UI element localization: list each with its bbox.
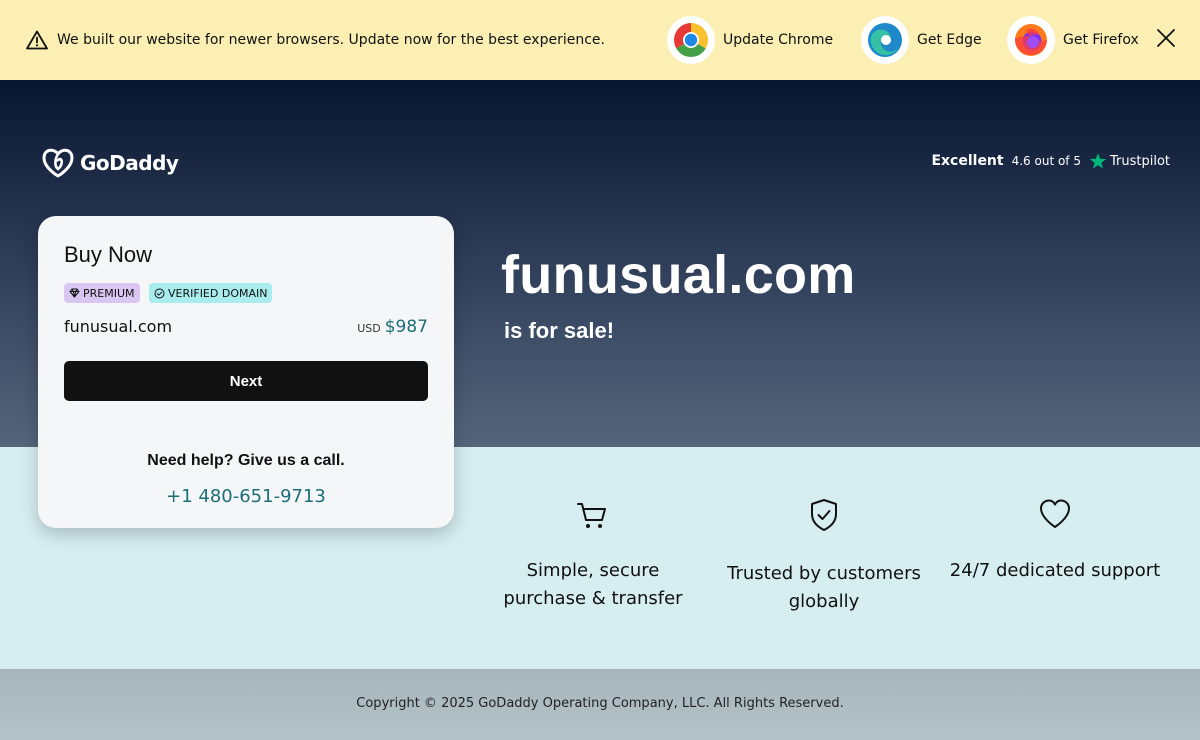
check-circle-icon (154, 288, 165, 298)
feature-text-line1: Trusted by customers (727, 563, 921, 584)
update-chrome-label: Update Chrome (723, 32, 834, 48)
banner-message: We built our website for newer browsers.… (57, 32, 605, 48)
chrome-icon (667, 16, 715, 64)
card-title: Buy Now (64, 242, 153, 267)
verified-badge-label: VERIFIED DOMAIN (168, 286, 268, 300)
help-text: Need help? Give us a call. (147, 452, 345, 469)
price-currency: USD (357, 322, 381, 335)
verified-domain-badge: VERIFIED DOMAIN (149, 283, 273, 303)
feature-text-line2: purchase & transfer (503, 588, 683, 609)
get-edge-link[interactable]: Get Edge (861, 16, 982, 64)
feature-text-line2: globally (788, 591, 860, 612)
price: USD $987 (357, 317, 428, 337)
trustpilot-star-icon (1089, 153, 1107, 169)
price-amount: $987 (384, 317, 428, 337)
trustpilot-rating[interactable]: Excellent 4.6 out of 5 Trustpilot (931, 152, 1170, 170)
premium-badge-label: PREMIUM (83, 286, 135, 300)
cart-icon (577, 503, 606, 528)
get-firefox-label: Get Firefox (1063, 32, 1139, 48)
logo-text: GoDaddy (80, 151, 179, 175)
close-icon[interactable] (1154, 26, 1178, 50)
diamond-icon (69, 288, 80, 298)
feature-trusted: Trusted by customers globally (719, 497, 929, 616)
edge-icon (861, 16, 909, 64)
copyright-text: Copyright © 2025 GoDaddy Operating Compa… (356, 696, 844, 711)
premium-badge: PREMIUM (64, 283, 140, 303)
feature-text-line1: 24/7 dedicated support (949, 560, 1161, 581)
feature-secure-purchase: Simple, secure purchase & transfer (493, 500, 693, 613)
trustpilot-brand: Trustpilot (1109, 153, 1170, 169)
warning-icon (26, 30, 48, 50)
feature-text-line1: Simple, secure (526, 560, 660, 581)
browser-update-banner: We built our website for newer browsers.… (0, 0, 1200, 80)
firefox-icon (1007, 16, 1055, 64)
hero-domain-name: funusual.com (501, 245, 856, 305)
trustpilot-excellent: Excellent (931, 153, 1004, 169)
get-edge-label: Get Edge (917, 32, 982, 48)
get-firefox-link[interactable]: Get Firefox (1007, 16, 1139, 64)
phone-link[interactable]: +1 480-651-9713 (38, 486, 454, 507)
godaddy-heart-icon (42, 148, 74, 178)
godaddy-logo[interactable]: GoDaddy (42, 148, 179, 178)
feature-support: 24/7 dedicated support (940, 498, 1170, 585)
next-button[interactable]: Next (64, 361, 428, 401)
trustpilot-score: 4.6 out of 5 (1011, 154, 1081, 168)
buy-now-card: Buy Now PREMIUM VERIFIED DOMAIN funusual… (38, 216, 454, 528)
heart-icon (1040, 499, 1070, 528)
card-domain-name: funusual.com (64, 317, 173, 336)
hero-for-sale: is for sale! (504, 318, 615, 343)
update-chrome-link[interactable]: Update Chrome (667, 16, 833, 64)
shield-check-icon (811, 499, 837, 531)
